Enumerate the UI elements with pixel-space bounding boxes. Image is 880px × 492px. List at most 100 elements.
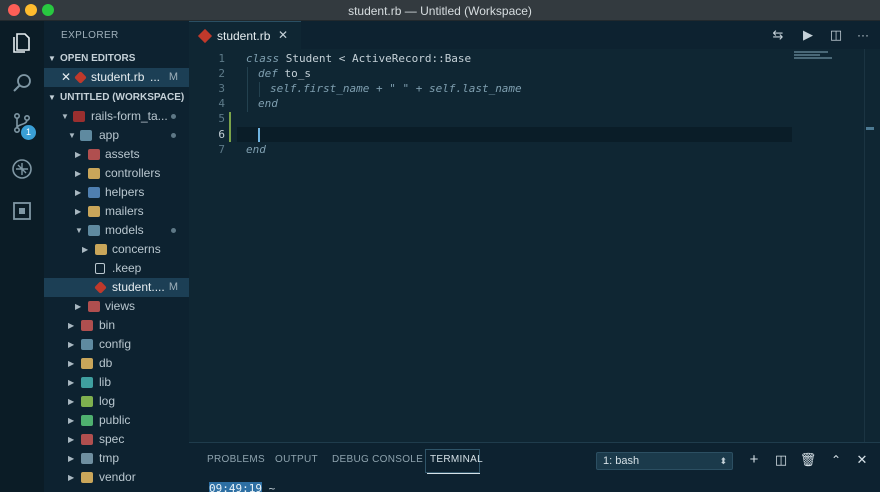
line-number: 5 (218, 112, 225, 125)
chevron-right-icon: ▶ (68, 378, 75, 387)
workspace-section[interactable]: ▼ UNTITLED (WORKSPACE) (44, 89, 189, 107)
bottom-panel: PROBLEMS OUTPUT DEBUG CONSOLE TERMINAL 1… (189, 442, 880, 492)
activity-bar: 1 (0, 21, 44, 492)
chevron-up-icon[interactable]: ⌃ (827, 451, 845, 469)
ruby-file-icon (74, 71, 87, 84)
tree-item-controllers[interactable]: ▶ controllers (44, 164, 189, 183)
close-icon[interactable]: ✕ (278, 28, 288, 42)
tree-item-log[interactable]: ▶ log (44, 392, 189, 411)
chevron-down-icon: ▼ (75, 226, 83, 235)
modified-badge: M (168, 71, 178, 83)
tree-item-views[interactable]: ▶ views (44, 297, 189, 316)
trash-icon[interactable]: 🗑 (799, 451, 817, 469)
line-number: 3 (218, 82, 225, 95)
tree-item-bin[interactable]: ▶ bin (44, 316, 189, 335)
close-icon[interactable]: ✕ (61, 68, 71, 87)
tree-item-models[interactable]: ▼ models (44, 221, 189, 240)
split-editor-icon[interactable]: ◫ (827, 27, 845, 43)
rails-folder-icon (73, 111, 85, 122)
line-number: 7 (218, 143, 225, 156)
split-terminal-icon[interactable]: ◫ (772, 451, 790, 469)
chevron-right-icon: ▶ (68, 397, 75, 406)
chevron-right-icon: ▶ (68, 435, 75, 444)
vertical-scrollbar[interactable] (864, 49, 878, 442)
indent-guide (247, 67, 248, 112)
tree-item-public[interactable]: ▶ public (44, 411, 189, 430)
ruby-file-icon (94, 281, 107, 294)
tree-item-config[interactable]: ▶ config (44, 335, 189, 354)
open-editor-name: student.rb (91, 70, 145, 84)
folder-icon (95, 244, 107, 255)
code-line: self.first_name + " " + self.last_name (270, 82, 522, 95)
current-line-highlight (237, 127, 792, 142)
folder-icon (88, 206, 100, 217)
code-line: def to_s (258, 67, 311, 80)
modified-dot (171, 114, 176, 119)
tree-item-spec[interactable]: ▶ spec (44, 430, 189, 449)
tree-item-keep[interactable]: .keep (44, 259, 189, 278)
chevron-right-icon: ▶ (68, 321, 75, 330)
debug-icon[interactable] (0, 149, 44, 189)
code-line: end (258, 97, 278, 110)
file-icon (95, 263, 105, 274)
chevron-down-icon: ▼ (48, 93, 56, 102)
line-number: 1 (218, 52, 225, 65)
open-editor-ellipsis: ... (150, 70, 161, 84)
active-tab-underline (427, 473, 480, 474)
tab-terminal[interactable]: TERMINAL (430, 454, 483, 465)
chevron-right-icon: ▶ (68, 416, 75, 425)
tab-debug-console[interactable]: DEBUG CONSOLE (332, 454, 423, 465)
search-icon[interactable] (0, 63, 44, 103)
chevron-right-icon: ▶ (75, 169, 82, 178)
window-title: student.rb — Untitled (Workspace) (348, 4, 532, 18)
tab-problems[interactable]: PROBLEMS (207, 454, 265, 465)
folder-icon (81, 415, 93, 426)
chevron-down-icon: ▼ (68, 131, 76, 140)
tree-item-helpers[interactable]: ▶ helpers (44, 183, 189, 202)
tree-item-db[interactable]: ▶ db (44, 354, 189, 373)
tree-item-rails-form[interactable]: ▼ rails-form_ta... (44, 107, 189, 126)
modified-dot (171, 133, 176, 138)
more-actions-icon[interactable]: ··· (854, 27, 872, 43)
scm-badge: 1 (21, 125, 36, 140)
chevron-down-icon: ▼ (61, 112, 69, 121)
chevron-right-icon: ▶ (68, 454, 75, 463)
extensions-icon[interactable] (0, 191, 44, 231)
line-number: 6 (218, 128, 225, 141)
tab-output[interactable]: OUTPUT (275, 454, 318, 465)
scrollbar-cursor-marker (866, 127, 874, 130)
tree-item-app[interactable]: ▼ app (44, 126, 189, 145)
tab-student-rb[interactable]: student.rb ✕ (189, 21, 301, 49)
folder-icon (81, 453, 93, 464)
tree-item-assets[interactable]: ▶ assets (44, 145, 189, 164)
open-editors-section[interactable]: ▼ OPEN EDITORS (44, 50, 189, 68)
terminal-select[interactable]: 1: bash ⬍ (596, 452, 733, 470)
tree-item-lib[interactable]: ▶ lib (44, 373, 189, 392)
compare-changes-icon[interactable]: ⇆ (769, 27, 787, 43)
indent-guide (259, 82, 260, 97)
folder-icon (81, 320, 93, 331)
folder-icon (88, 168, 100, 179)
folder-icon (88, 225, 100, 236)
code-line: end (246, 143, 266, 156)
open-editor-item[interactable]: ✕ student.rb ... M (44, 68, 189, 87)
editor-tab-bar: student.rb ✕ ⇆ ▶ ◫ ··· (189, 21, 880, 49)
title-bar: student.rb — Untitled (Workspace) (0, 0, 880, 21)
explorer-icon[interactable] (0, 23, 44, 63)
chevron-right-icon: ▶ (68, 473, 75, 482)
new-terminal-icon[interactable]: + (745, 451, 763, 469)
terminal-prompt[interactable]: 09:49:19 ~ (209, 482, 275, 492)
modified-dot (171, 228, 176, 233)
tree-item-student[interactable]: student.... M (44, 278, 189, 297)
folder-icon (81, 339, 93, 350)
close-panel-icon[interactable]: ✕ (853, 451, 871, 469)
code-editor[interactable]: 1 2 3 4 5 6 7 class Student < ActiveReco… (189, 49, 880, 442)
folder-icon (80, 130, 92, 141)
folder-icon (81, 396, 93, 407)
minimap[interactable] (794, 51, 834, 63)
tree-item-tmp[interactable]: ▶ tmp (44, 449, 189, 468)
tree-item-mailers[interactable]: ▶ mailers (44, 202, 189, 221)
tree-item-vendor[interactable]: ▶ vendor (44, 468, 189, 487)
run-icon[interactable]: ▶ (799, 27, 817, 43)
tree-item-concerns[interactable]: ▶ concerns (44, 240, 189, 259)
